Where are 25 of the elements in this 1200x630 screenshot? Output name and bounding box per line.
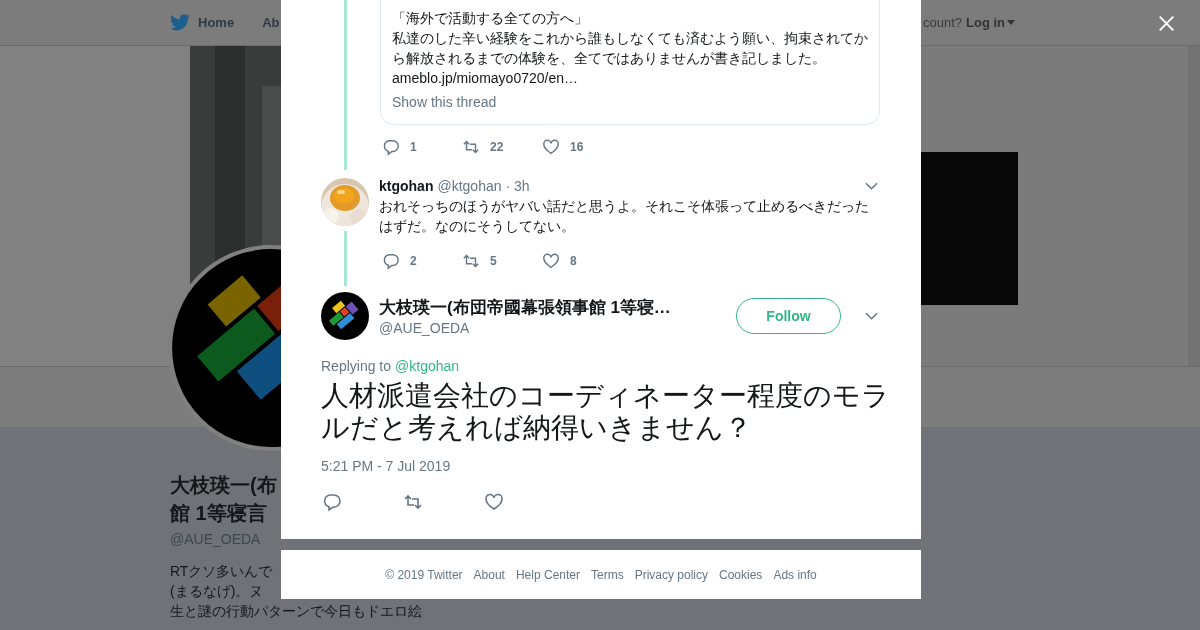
profile-name: 大枝瑛一(布: [170, 473, 277, 498]
heart-icon[interactable]: [484, 492, 504, 512]
caret-icon: [1007, 20, 1015, 25]
reply-icon[interactable]: [322, 492, 342, 512]
footer-link[interactable]: Ads info: [773, 567, 817, 582]
bird-icon: [170, 14, 190, 31]
footer-link[interactable]: About: [473, 567, 505, 582]
footer-link[interactable]: Terms: [591, 567, 624, 582]
login-link[interactable]: Log in: [966, 15, 1015, 30]
copyright: © 2019 Twitter: [385, 567, 463, 582]
account-prompt: count?: [922, 15, 962, 30]
quoted-text: 「海外で活動する全ての方へ」: [392, 9, 589, 28]
tweet-timestamp: 5:21 PM - 7 Jul 2019: [321, 458, 452, 474]
footer-link[interactable]: Help Center: [515, 567, 580, 582]
footer-link[interactable]: Privacy policy: [634, 567, 708, 582]
home-link[interactable]: Home: [170, 14, 235, 31]
tweet-text: 人材派遣会社のコーディネーター程度のモラルだと考えれば納得いきません？: [321, 380, 891, 444]
close-icon[interactable]: [1158, 15, 1175, 32]
retweet-icon[interactable]: [403, 492, 423, 512]
nav-link[interactable]: Ab: [262, 15, 280, 30]
profile-name: 館 1等寝言: [170, 501, 267, 526]
footer-link[interactable]: Cookies: [719, 567, 763, 582]
profile-bio-line: (まるなげ)。ヌ: [170, 582, 264, 601]
profile-bio-line: 生と謎の行動パターンで今日もドエロ絵: [170, 602, 422, 621]
profile-bio-line: RTクソ多いんで: [170, 562, 273, 581]
